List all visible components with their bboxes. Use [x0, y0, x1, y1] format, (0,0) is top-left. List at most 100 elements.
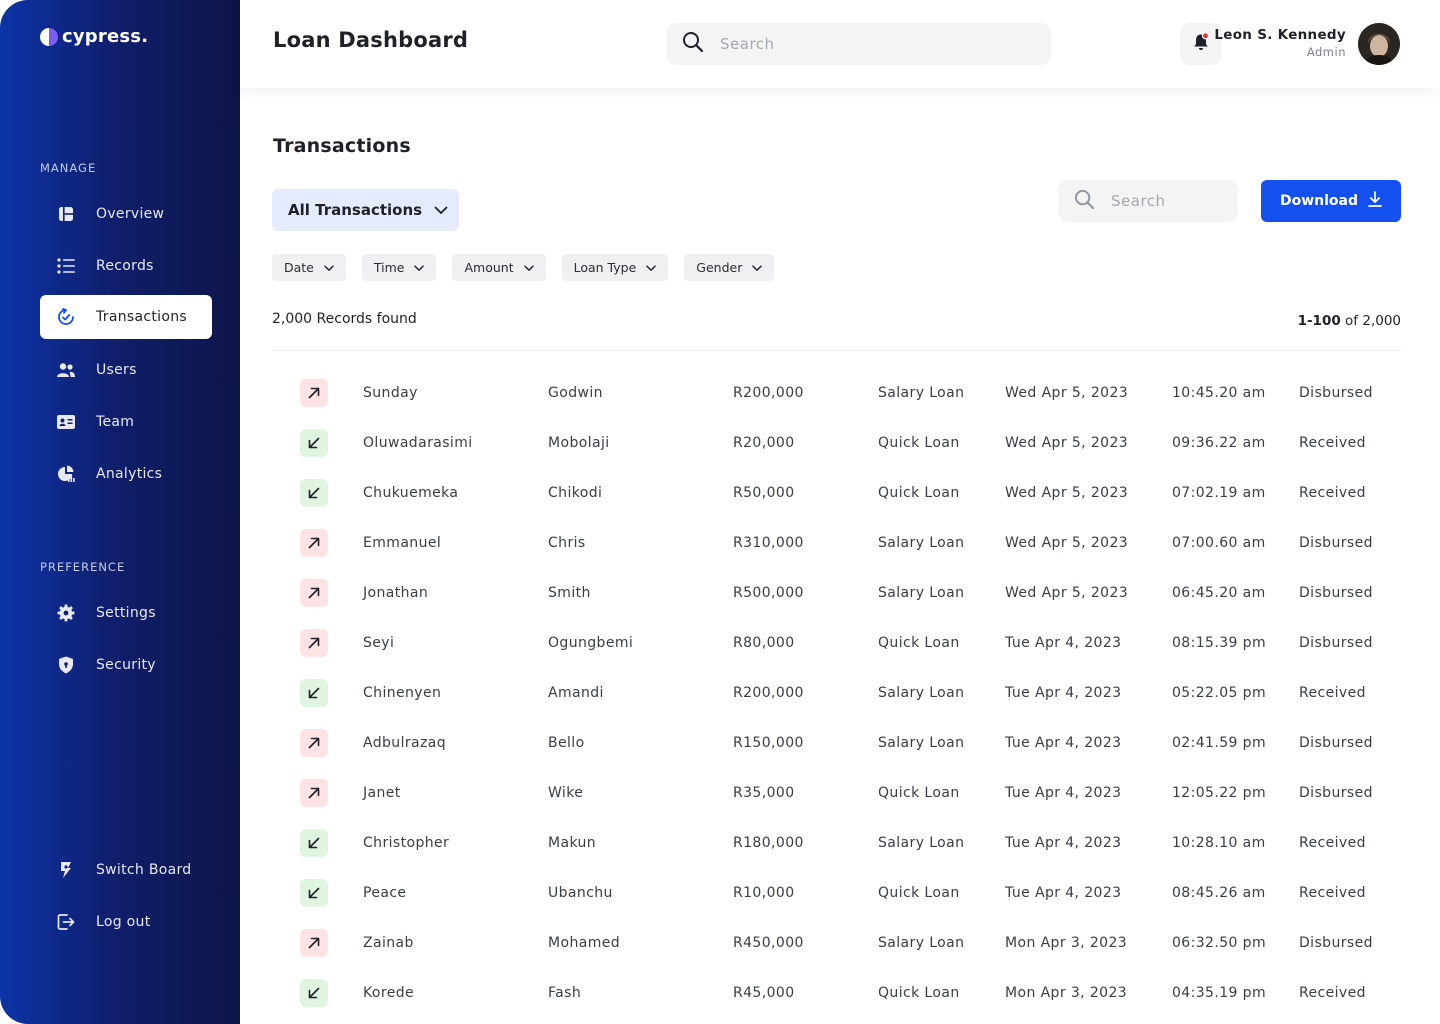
cell-status: Disbursed	[1299, 385, 1373, 401]
table-row[interactable]: Jonathan Smith R500,000 Salary Loan Wed Apr …	[272, 569, 1401, 619]
sidebar-item-transactions[interactable]: Transactions	[40, 295, 212, 339]
pagination-total: of 2,000	[1345, 313, 1401, 329]
cell-loan-type: Salary Loan	[878, 735, 965, 751]
download-button[interactable]: Download	[1261, 180, 1401, 222]
sidebar-item-label: Security	[96, 657, 156, 673]
cypress-logo-icon	[40, 27, 58, 47]
download-label: Download	[1279, 193, 1359, 209]
cell-amount: R180,000	[733, 835, 804, 851]
sidebar-item-users[interactable]: Users	[40, 348, 212, 392]
cell-amount: R200,000	[733, 685, 804, 701]
cell-last-name: Mobolaji	[548, 435, 610, 451]
table-row[interactable]: Christopher Makun R180,000 Salary Loan Tue A…	[272, 819, 1401, 869]
cell-first-name: Sunday	[363, 385, 418, 401]
sidebar-item-records[interactable]: Records	[40, 244, 212, 288]
arrow-down-left-icon	[300, 479, 328, 507]
sidebar-item-label: Switch Board	[96, 862, 192, 878]
cell-status: Disbursed	[1299, 935, 1373, 951]
cell-last-name: Wike	[548, 785, 584, 801]
cell-status: Received	[1299, 985, 1366, 1001]
table-row[interactable]: Zainab Mohamed R450,000 Salary Loan Mon Apr …	[272, 919, 1401, 969]
section-title: Transactions	[273, 135, 411, 157]
sidebar-item-settings[interactable]: Settings	[40, 591, 212, 635]
transactions-search-input[interactable]	[1111, 192, 1221, 210]
sidebar-item-overview[interactable]: Overview	[40, 192, 212, 236]
header-search-input[interactable]	[720, 35, 1000, 53]
list-icon	[56, 256, 76, 276]
cell-first-name: Seyi	[363, 635, 395, 651]
records-count: 2,000 Records found	[272, 311, 417, 327]
header-search[interactable]	[666, 23, 1051, 65]
cell-time: 07:00.60 am	[1172, 535, 1266, 551]
cell-last-name: Chikodi	[548, 485, 603, 501]
cell-last-name: Bello	[548, 735, 585, 751]
arrow-down-left-icon	[300, 829, 328, 857]
filter-date[interactable]: Date	[272, 254, 346, 281]
table-row[interactable]: Adbulrazaq Bello R150,000 Salary Loan Tue Ap…	[272, 719, 1401, 769]
cell-loan-type: Salary Loan	[878, 835, 965, 851]
transaction-type-select[interactable]: All Transactions	[272, 189, 459, 231]
sidebar-item-switch-board[interactable]: Switch Board	[40, 848, 212, 892]
filter-loan-type[interactable]: Loan Type	[561, 254, 669, 281]
transactions-list: Sunday Godwin R200,000 Salary Loan Wed Apr 5…	[272, 369, 1401, 1019]
cell-first-name: Korede	[363, 985, 415, 1001]
cell-time: 06:32.50 pm	[1172, 935, 1266, 951]
sidebar-item-security[interactable]: Security	[40, 643, 212, 687]
cell-status: Received	[1299, 435, 1366, 451]
section-label-manage: MANAGE	[40, 161, 97, 175]
search-icon	[682, 31, 704, 57]
cell-loan-type: Quick Loan	[878, 885, 960, 901]
brand[interactable]: cypress.	[40, 26, 148, 47]
cell-date: Wed Apr 5, 2023	[1005, 535, 1129, 551]
sidebar-item-analytics[interactable]: Analytics	[40, 452, 212, 496]
avatar[interactable]	[1358, 23, 1400, 65]
page-title: Loan Dashboard	[273, 28, 469, 52]
table-row[interactable]: Chukuemeka Chikodi R50,000 Quick Loan Wed Ap…	[272, 469, 1401, 519]
arrow-up-right-icon	[300, 529, 328, 557]
cell-loan-type: Salary Loan	[878, 935, 965, 951]
cell-amount: R500,000	[733, 585, 804, 601]
sidebar-item-label: Team	[96, 414, 135, 430]
filter-time[interactable]: Time	[361, 254, 437, 281]
chevron-down-icon	[523, 260, 534, 275]
arrow-down-left-icon	[300, 679, 328, 707]
chevron-down-icon	[752, 260, 763, 275]
transactions-search[interactable]	[1058, 180, 1238, 222]
table-row[interactable]: Oluwadarasimi Mobolaji R20,000 Quick Loan We…	[272, 419, 1401, 469]
chevron-down-icon	[324, 260, 334, 275]
sidebar-item-logout[interactable]: Log out	[40, 900, 212, 944]
cell-date: Wed Apr 5, 2023	[1005, 435, 1129, 451]
table-row[interactable]: Seyi Ogungbemi R80,000 Quick Loan Tue Apr 4,…	[272, 619, 1401, 669]
cell-status: Disbursed	[1299, 735, 1373, 751]
filter-gender[interactable]: Gender	[684, 254, 775, 281]
cell-amount: R80,000	[733, 635, 795, 651]
sidebar-item-team[interactable]: Team	[40, 400, 212, 444]
cell-amount: R200,000	[733, 385, 804, 401]
arrow-down-left-icon	[300, 429, 328, 457]
cell-date: Mon Apr 3, 2023	[1005, 985, 1128, 1001]
table-row[interactable]: Peace Ubanchu R10,000 Quick Loan Tue Apr 4, …	[272, 869, 1401, 919]
table-row[interactable]: Korede Fash R45,000 Quick Loan Mon Apr 3, 20…	[272, 969, 1401, 1019]
sidebar-item-label: Transactions	[96, 309, 187, 325]
cell-time: 10:28.10 am	[1172, 835, 1266, 851]
cell-time: 08:45.26 am	[1172, 885, 1266, 901]
filter-amount[interactable]: Amount	[452, 254, 546, 281]
download-icon	[1368, 191, 1382, 211]
filter-label: Date	[284, 260, 314, 275]
arrow-up-right-icon	[300, 729, 328, 757]
cell-status: Disbursed	[1299, 535, 1373, 551]
table-row[interactable]: Janet Wike R35,000 Quick Loan Tue Apr 4, 202…	[272, 769, 1401, 819]
filter-label: Loan Type	[573, 260, 637, 275]
filter-label: Time	[373, 260, 405, 275]
table-row[interactable]: Emmanuel Chris R310,000 Salary Loan Wed Apr …	[272, 519, 1401, 569]
cell-status: Disbursed	[1299, 785, 1373, 801]
cell-status: Received	[1299, 485, 1366, 501]
table-row[interactable]: Chinenyen Amandi R200,000 Salary Loan Tue Ap…	[272, 669, 1401, 719]
chevron-down-icon	[646, 260, 657, 275]
cell-first-name: Janet	[363, 785, 401, 801]
filter-bar: Date Time Amount Loan Type Gender	[272, 254, 790, 281]
cell-loan-type: Quick Loan	[878, 785, 960, 801]
cell-loan-type: Quick Loan	[878, 635, 960, 651]
cell-date: Tue Apr 4, 2023	[1005, 835, 1122, 851]
table-row[interactable]: Sunday Godwin R200,000 Salary Loan Wed Apr 5…	[272, 369, 1401, 419]
